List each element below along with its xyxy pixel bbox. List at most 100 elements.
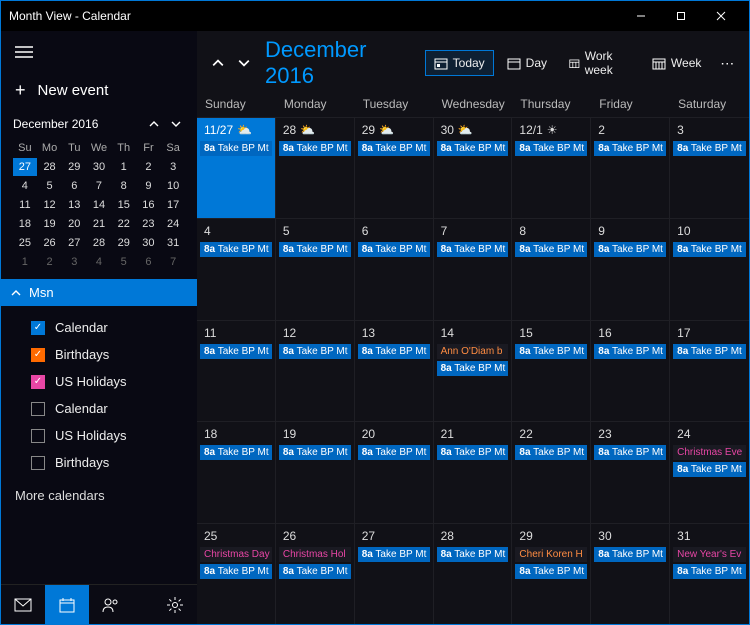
maximize-button[interactable] [661,1,701,31]
event-chip[interactable]: 8a Take BP Mt [594,344,666,359]
day-cell[interactable]: 128a Take BP Mt [276,321,355,421]
view-today-button[interactable]: Today [425,50,494,76]
mini-day[interactable]: 18 [13,215,37,233]
mini-day[interactable]: 7 [87,177,111,195]
event-chip[interactable]: 8a Take BP Mt [200,141,272,156]
event-chip[interactable]: 8a Take BP Mt [358,445,430,460]
mini-day[interactable]: 21 [87,215,111,233]
event-chip[interactable]: 8a Take BP Mt [673,462,746,477]
day-cell[interactable]: 78a Take BP Mt [434,219,513,319]
day-cell[interactable]: 158a Take BP Mt [512,321,591,421]
day-cell[interactable]: 11/27⛅8a Take BP Mt [197,118,276,218]
day-cell[interactable]: 208a Take BP Mt [355,422,434,522]
mini-day[interactable]: 28 [38,158,62,176]
day-cell[interactable]: 29Cheri Koren H8a Take BP Mt [512,524,591,624]
mini-day[interactable]: 30 [137,234,161,252]
calendar-item[interactable]: Calendar [1,395,197,422]
hamburger-button[interactable] [1,39,197,70]
mini-day[interactable]: 7 [161,253,185,271]
mini-day[interactable]: 2 [137,158,161,176]
mini-day[interactable]: 5 [38,177,62,195]
day-cell[interactable]: 68a Take BP Mt [355,219,434,319]
day-cell[interactable]: 26Christmas Hol8a Take BP Mt [276,524,355,624]
mini-day[interactable]: 26 [38,234,62,252]
event-chip[interactable]: Cheri Koren H [515,547,587,562]
day-cell[interactable]: 58a Take BP Mt [276,219,355,319]
mini-day[interactable]: 11 [13,196,37,214]
calendar-item[interactable]: Calendar [1,314,197,341]
more-calendars-button[interactable]: More calendars [1,480,197,511]
day-cell[interactable]: 98a Take BP Mt [591,219,670,319]
event-chip[interactable]: 8a Take BP Mt [279,445,351,460]
day-cell[interactable]: 30⛅8a Take BP Mt [434,118,513,218]
mini-day[interactable]: 31 [161,234,185,252]
event-chip[interactable]: 8a Take BP Mt [594,445,666,460]
mail-button[interactable] [1,585,45,625]
mini-day[interactable]: 6 [137,253,161,271]
event-chip[interactable]: 8a Take BP Mt [200,344,272,359]
close-button[interactable] [701,1,741,31]
day-cell[interactable]: 31New Year's Ev8a Take BP Mt [670,524,749,624]
checkbox-icon[interactable] [31,402,45,416]
calendar-item[interactable]: US Holidays [1,422,197,449]
view-day-button[interactable]: Day [498,50,556,76]
settings-button[interactable] [153,585,197,625]
event-chip[interactable]: 8a Take BP Mt [200,564,272,579]
event-chip[interactable]: 8a Take BP Mt [437,547,509,562]
mini-day[interactable]: 15 [112,196,136,214]
mini-day[interactable]: 20 [62,215,86,233]
mini-day[interactable]: 4 [87,253,111,271]
event-chip[interactable]: 8a Take BP Mt [515,242,587,257]
mini-day[interactable]: 29 [62,158,86,176]
day-cell[interactable]: 24Christmas Eve8a Take BP Mt [670,422,749,522]
event-chip[interactable]: 8a Take BP Mt [279,242,351,257]
mini-day[interactable]: 3 [62,253,86,271]
day-cell[interactable]: 48a Take BP Mt [197,219,276,319]
day-cell[interactable]: 108a Take BP Mt [670,219,749,319]
event-chip[interactable]: 8a Take BP Mt [279,141,351,156]
event-chip[interactable]: 8a Take BP Mt [515,564,587,579]
event-chip[interactable]: 8a Take BP Mt [673,242,746,257]
day-cell[interactable]: 218a Take BP Mt [434,422,513,522]
day-cell[interactable]: 28⛅8a Take BP Mt [276,118,355,218]
day-cell[interactable]: 168a Take BP Mt [591,321,670,421]
event-chip[interactable]: 8a Take BP Mt [358,141,430,156]
day-cell[interactable]: 178a Take BP Mt [670,321,749,421]
new-event-button[interactable]: + New event [1,70,197,115]
calendar-item[interactable]: Birthdays [1,341,197,368]
mini-day[interactable]: 1 [112,158,136,176]
event-chip[interactable]: 8a Take BP Mt [358,547,430,562]
event-chip[interactable]: 8a Take BP Mt [437,141,509,156]
checkbox-icon[interactable] [31,375,45,389]
day-cell[interactable]: 238a Take BP Mt [591,422,670,522]
checkbox-icon[interactable] [31,429,45,443]
event-chip[interactable]: 8a Take BP Mt [200,445,272,460]
event-chip[interactable]: 8a Take BP Mt [594,141,666,156]
event-chip[interactable]: 8a Take BP Mt [358,242,430,257]
mini-day[interactable]: 1 [13,253,37,271]
event-chip[interactable]: Christmas Hol [279,547,351,562]
mini-day[interactable]: 3 [161,158,185,176]
day-cell[interactable]: 288a Take BP Mt [434,524,513,624]
mini-day[interactable]: 16 [137,196,161,214]
event-chip[interactable]: New Year's Ev [673,547,746,562]
mini-prev-button[interactable] [145,115,163,133]
event-chip[interactable]: 8a Take BP Mt [437,445,509,460]
event-chip[interactable]: 8a Take BP Mt [594,242,666,257]
mini-day[interactable]: 5 [112,253,136,271]
calendar-item[interactable]: US Holidays [1,368,197,395]
calendar-button[interactable] [45,585,89,625]
event-chip[interactable]: 8a Take BP Mt [358,344,430,359]
mini-day[interactable]: 9 [137,177,161,195]
mini-day[interactable]: 24 [161,215,185,233]
mini-day[interactable]: 28 [87,234,111,252]
mini-day[interactable]: 17 [161,196,185,214]
event-chip[interactable]: Christmas Eve [673,445,746,460]
mini-day[interactable]: 2 [38,253,62,271]
event-chip[interactable]: 8a Take BP Mt [515,141,587,156]
event-chip[interactable]: 8a Take BP Mt [515,344,587,359]
day-cell[interactable]: 38a Take BP Mt [670,118,749,218]
event-chip[interactable]: 8a Take BP Mt [673,344,746,359]
event-chip[interactable]: 8a Take BP Mt [200,242,272,257]
day-cell[interactable]: 198a Take BP Mt [276,422,355,522]
